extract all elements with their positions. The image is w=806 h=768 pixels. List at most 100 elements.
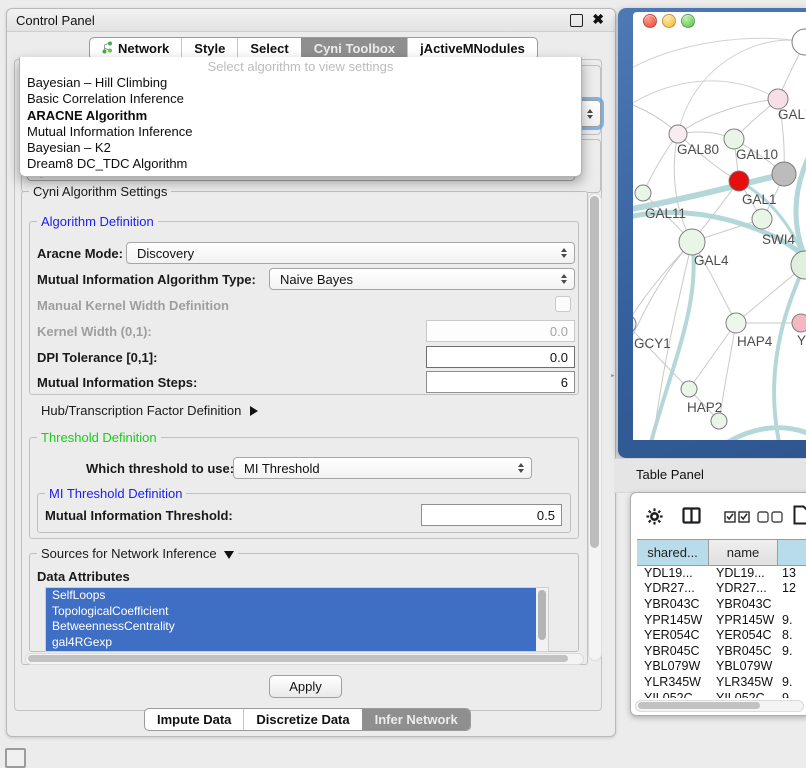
tab-network[interactable]: Network [90,38,181,59]
table-row[interactable]: YDR27...YDR27...12 [637,581,806,597]
aracne-mode-combo[interactable]: Discovery [126,242,575,264]
new-table-icon[interactable] [793,505,806,525]
data-attributes-label: Data Attributes [37,569,130,584]
table-row[interactable]: YDL19...YDL19...13 [637,565,806,581]
window-title: Control Panel [16,13,95,28]
table-row[interactable]: YBL079WYBL079W [637,659,806,675]
scrollbar-thumb[interactable] [590,196,599,548]
table-row[interactable]: YLR345WYLR345W9. [637,674,806,690]
algorithm-option[interactable]: ARACNE Algorithm [20,108,581,124]
table-row[interactable]: YBR043CYBR043C [637,596,806,612]
table-row[interactable]: YER054CYER054C8. [637,627,806,643]
list-vertical-scrollbar[interactable] [536,588,548,651]
column-header[interactable]: name [709,540,778,565]
network-edge[interactable] [728,428,806,440]
network-edge[interactable] [774,265,805,440]
network-node-gal10[interactable] [724,129,744,149]
cyni-algorithm-settings-title: Cyni Algorithm Settings [29,184,171,199]
network-edge[interactable] [633,324,689,389]
settings-vertical-scrollbar[interactable] [588,193,602,661]
algorithm-option[interactable]: Bayesian – K2 [20,140,581,156]
tab-jactivemnodules[interactable]: jActiveMNodules [407,38,537,59]
network-node-y[interactable] [792,314,806,332]
float-window-icon[interactable] [570,14,583,27]
table-body: YDL19...YDL19...13YDR27...YDR27...12YBR0… [637,565,806,698]
table-cell: YDR27... [709,581,778,597]
network-edge[interactable] [678,99,778,134]
table-horizontal-scrollbar[interactable] [635,700,804,712]
which-threshold-combo[interactable]: MI Threshold [233,457,532,479]
split-columns-icon[interactable] [681,506,701,525]
select-all-checkboxes-icon[interactable] [724,511,750,523]
data-attribute-item[interactable]: BetweennessCentrality [46,619,536,635]
data-attribute-item[interactable]: TopologicalCoefficient [46,604,536,620]
network-edge[interactable] [633,242,692,324]
scrollbar-thumb[interactable] [538,590,546,640]
deselect-all-checkboxes-icon[interactable] [757,511,783,523]
tab-style[interactable]: Style [181,38,237,59]
bottom-tab-infer-network[interactable]: Infer Network [362,709,470,730]
gear-icon[interactable] [645,507,663,525]
apply-button[interactable]: Apply [269,675,342,698]
column-header[interactable]: shared... [637,540,709,565]
network-node[interactable] [752,209,772,229]
network-node-gal7[interactable] [768,89,788,109]
algorithm-option[interactable]: Basic Correlation Inference [20,91,581,107]
manual-kernel-width-checkbox[interactable] [555,296,571,312]
table-panel-window: shared...nameA YDL19...YDL19...13YDR27..… [630,492,806,716]
scrollbar-thumb[interactable] [638,702,760,709]
threshold-definition-title: Threshold Definition [37,430,161,445]
sources-title[interactable]: Sources for Network Inference [37,546,238,561]
bottom-tab-discretize-data[interactable]: Discretize Data [243,709,361,730]
inference-algorithm-combo-fragment[interactable] [579,100,601,127]
network-node[interactable] [711,413,727,429]
algorithm-option[interactable]: Mutual Information Inference [20,124,581,140]
network-node[interactable] [772,162,796,186]
table-header-row: shared...nameA [637,539,806,566]
table-row[interactable]: YBR045CYBR045C9. [637,643,806,659]
mi-steps-field[interactable]: 6 [426,371,575,393]
mi-algorithm-type-label: Mutual Information Algorithm Type: [37,272,256,287]
tab-cyni-toolbox[interactable]: Cyni Toolbox [301,38,407,59]
table-cell: YBR043C [637,596,709,612]
close-icon[interactable]: ✖ [592,11,604,28]
mi-algorithm-type-combo[interactable]: Naive Bayes [269,268,575,290]
control-panel-titlebar: Control Panel ✖ [7,9,615,32]
network-node-gal11[interactable] [635,185,651,201]
data-attribute-item[interactable]: gal4RGexp [46,635,536,651]
network-edge[interactable] [689,323,736,389]
table-row[interactable]: YPR145WYPR145W9. [637,612,806,628]
network-canvas[interactable]: GAL7GAL80GAL10GAL1GAL11GAL4SWI4GCY1HAP4Y… [633,12,806,440]
network-graph: GAL7GAL80GAL10GAL1GAL11GAL4SWI4GCY1HAP4Y… [633,12,806,440]
column-header[interactable]: A [778,540,806,565]
algorithm-option[interactable]: Bayesian – Hill Climbing [20,75,581,91]
network-edge[interactable] [643,134,678,193]
table-row[interactable]: YIL052CYIL052C9. [637,690,806,698]
panel-divider-handle[interactable]: ‣ [610,372,614,380]
bottom-tab-impute-data[interactable]: Impute Data [145,709,243,730]
tab-label: Cyni Toolbox [314,41,395,56]
network-node-gal4[interactable] [679,229,705,255]
hub-tf-definition-toggle[interactable]: Hub/Transcription Factor Definition [41,403,258,418]
network-edge[interactable] [633,38,805,72]
mi-threshold-field[interactable]: 0.5 [421,504,562,526]
table-cell: 9. [778,674,806,690]
tab-select[interactable]: Select [237,38,300,59]
network-node-hap4[interactable] [726,313,746,333]
kernel-width-field[interactable]: 0.0 [426,320,575,342]
network-edge[interactable] [633,81,778,108]
table-cell: YPR145W [709,612,778,628]
scrollbar-thumb[interactable] [28,655,568,662]
dpi-tolerance-field[interactable]: 0.0 [426,346,575,368]
network-node-gal80[interactable] [669,125,687,143]
network-node[interactable] [792,29,806,55]
algorithm-option[interactable]: Dream8 DC_TDC Algorithm [20,156,581,172]
node-label: SWI4 [762,232,795,247]
data-attribute-item[interactable]: SelfLoops [46,588,536,604]
settings-horizontal-scrollbar[interactable] [25,653,584,665]
network-node-hap2[interactable] [681,381,697,397]
data-attributes-list[interactable]: SelfLoopsTopologicalCoefficientBetweenne… [45,587,549,652]
node-label: Y [797,333,806,348]
node-label: GAL10 [736,147,778,162]
network-node-gal1[interactable] [729,171,749,191]
